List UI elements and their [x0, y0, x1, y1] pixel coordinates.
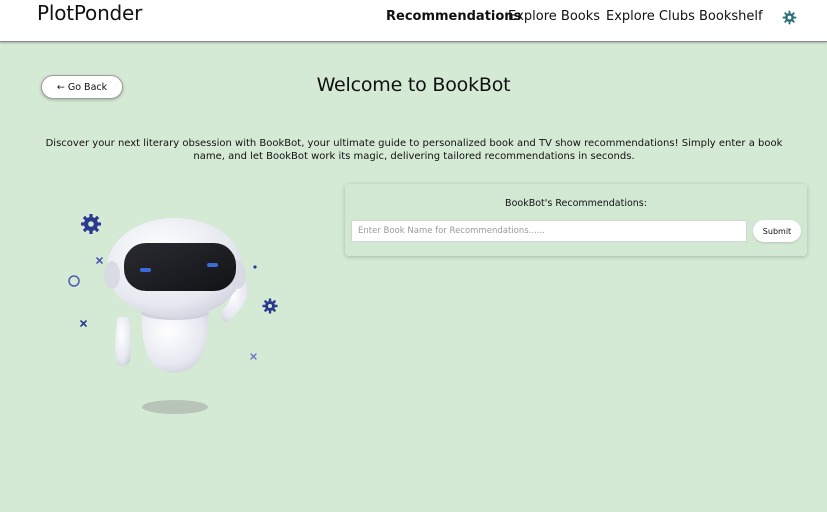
nav-recommendations[interactable]: Recommendations — [386, 9, 521, 24]
robot-left-eye — [140, 268, 151, 272]
nav-explore-clubs[interactable]: Explore Clubs — [606, 9, 695, 24]
cross-icon — [250, 353, 257, 360]
robot-left-arm — [115, 317, 131, 367]
circle-icon — [68, 275, 80, 287]
book-name-input[interactable] — [351, 220, 747, 242]
cross-icon — [96, 257, 103, 264]
cross-icon — [80, 320, 87, 327]
gear-icon[interactable] — [782, 10, 797, 25]
recommendations-panel: BookBot's Recommendations: Submit — [345, 184, 807, 256]
robot-visor — [124, 243, 236, 291]
page-title: Welcome to BookBot — [316, 74, 511, 96]
robot-illustration — [68, 214, 278, 414]
nav-explore-books[interactable]: Explore Books — [508, 9, 600, 24]
gear-icon — [81, 214, 101, 234]
gear-icon — [262, 298, 278, 314]
submit-button[interactable]: Submit — [753, 220, 801, 242]
top-nav-bar: PlotPonder Recommendations Explore Books… — [0, 0, 827, 42]
intro-text: Discover your next literary obsession wi… — [45, 138, 783, 162]
brand-logo[interactable]: PlotPonder — [37, 1, 142, 25]
dot-icon — [253, 265, 257, 269]
robot-shadow — [142, 400, 208, 414]
nav-bookshelf[interactable]: Bookshelf — [699, 9, 763, 24]
panel-title: BookBot's Recommendations: — [505, 198, 647, 209]
robot-right-eye — [207, 263, 218, 267]
